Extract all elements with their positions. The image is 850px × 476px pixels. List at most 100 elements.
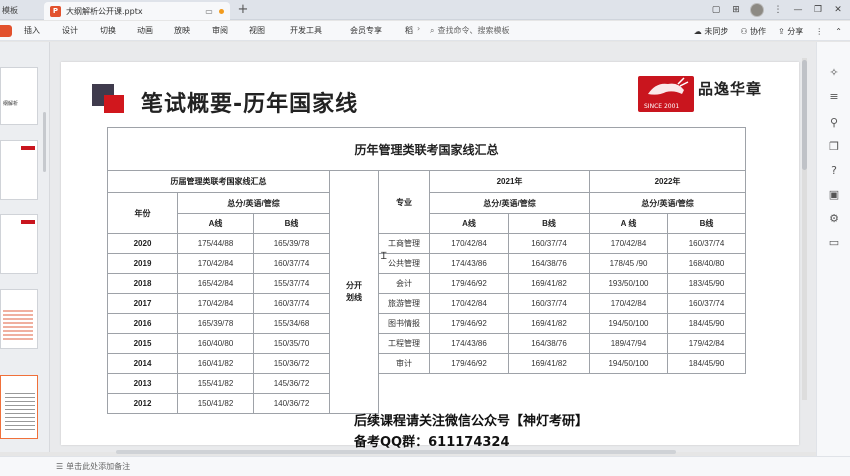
collab-button[interactable]: ⚇ 协作 (740, 26, 766, 37)
search-command-box[interactable]: ⌕ 查找命令、搜索模板 (430, 25, 509, 36)
table-header-row: 历届管理类联考国家线汇总 分开划线 专业 2021年 2022年 (107, 170, 747, 414)
a21-cell: 170/42/84 (429, 293, 509, 314)
b-line-cell: 140/36/72 (253, 393, 330, 414)
restore-icon[interactable]: ❐ (812, 5, 824, 15)
magic-icon[interactable]: ✧ (826, 64, 842, 80)
a21-cell: 174/43/86 (429, 253, 509, 274)
collab-label: 协作 (750, 26, 767, 36)
table-title: 历年管理类联考国家线汇总 (106, 127, 747, 171)
b21-cell: 169/41/82 (508, 273, 590, 294)
avatar[interactable] (750, 3, 764, 17)
total-header-2022: 总分/英语/管综 (588, 192, 747, 214)
year-cell: 2013 (107, 373, 178, 394)
b21-cell: 169/41/82 (508, 353, 590, 374)
scrollbar-thumb[interactable] (802, 60, 807, 170)
b-line-cell: 155/34/68 (253, 313, 330, 334)
menu-developer[interactable]: 开发工具 (290, 25, 322, 36)
copy-icon[interactable]: ❐ (826, 138, 842, 154)
sync-status[interactable]: ☁ 未同步 (694, 26, 729, 37)
right-toolbar: ✧ ≡ ⚲ ❐ ? ▣ ⚙ ▭ (816, 42, 850, 476)
year-cell: 2014 (107, 353, 178, 374)
title-bar: 模板 P 大纲解析公开课.pptx ▭ + ▢ ⊞ ⋮ — ❐ ✕ (0, 0, 850, 20)
thumbnail-scrollbar[interactable] (43, 112, 46, 172)
collapse-ribbon-icon[interactable]: ⌃ (835, 27, 842, 36)
major-cell: 图书情报 (378, 313, 430, 334)
share-button[interactable]: ⇪ 分享 (778, 26, 803, 37)
help-icon[interactable]: ? (826, 162, 842, 178)
more-icon[interactable]: ⋮ (772, 5, 784, 15)
major-cell: 旅游管理 (378, 293, 430, 314)
tab-template[interactable]: 模板 (0, 2, 40, 20)
a22-cell: 170/42/84 (589, 293, 668, 314)
tab-active-document[interactable]: P 大纲解析公开课.pptx ▭ (44, 2, 230, 20)
slide-thumbnail[interactable] (0, 289, 38, 349)
menu-transition[interactable]: 切换 (100, 25, 116, 36)
a-line-cell: 160/41/82 (177, 353, 254, 374)
b-line-cell: 165/39/78 (253, 233, 330, 254)
settings-icon[interactable]: ⚙ (826, 210, 842, 226)
file-menu-icon[interactable] (0, 25, 12, 37)
a21-cell: 179/46/92 (429, 273, 509, 294)
slide-vertical-scrollbar[interactable] (802, 58, 807, 400)
minimize-icon[interactable]: — (792, 5, 804, 15)
slide-thumbnail[interactable] (0, 140, 38, 200)
menu-view[interactable]: 视图 (249, 25, 265, 36)
major-cell: 会计 (378, 273, 430, 294)
logo-since: SINCE 2001 (644, 103, 680, 110)
b-line-cell: 145/36/72 (253, 373, 330, 394)
grid-icon[interactable]: ⊞ (730, 5, 742, 15)
year-header: 年份 (107, 192, 178, 234)
horizontal-scrollbar[interactable] (56, 449, 801, 455)
slide-thumbnail-selected[interactable] (0, 375, 38, 439)
image-icon[interactable]: ▣ (826, 186, 842, 202)
b21-cell: 160/37/74 (508, 233, 590, 254)
b21-cell: 169/41/82 (508, 313, 590, 334)
split-line-text: 分开划线 (346, 281, 362, 302)
menu-more[interactable]: 稻 (405, 25, 413, 36)
slide-thumbnail[interactable]: 纲解析 (0, 67, 38, 125)
chevron-right-icon[interactable]: › (417, 24, 420, 33)
folder-icon[interactable]: ▭ (826, 234, 842, 250)
b22-cell: 160/37/74 (666, 233, 747, 254)
menu-review[interactable]: 审阅 (212, 25, 228, 36)
cloud-icon: ☁ (693, 26, 705, 36)
pin-icon[interactable]: ⚲ (826, 114, 842, 130)
year-2022-header: 2022年 (588, 170, 747, 193)
menu-slideshow[interactable]: 放映 (174, 25, 190, 36)
a-line-cell: 165/42/84 (177, 273, 254, 294)
a22-cell: 189/47/94 (589, 333, 668, 354)
notes-icon: ☰ (56, 462, 64, 471)
adjust-icon[interactable]: ≡ (826, 88, 842, 104)
table-row: 2020 175/44/88 165/39/78 工商管理 170/42/84 … (107, 233, 747, 254)
a-line-cell: 170/42/84 (177, 293, 254, 314)
close-icon[interactable]: ✕ (832, 5, 844, 15)
b21-cell: 164/38/76 (508, 253, 590, 274)
a-line-cell: 150/41/82 (177, 393, 254, 414)
unsaved-dot-icon (219, 8, 224, 14)
horizontal-scrollbar-thumb[interactable] (116, 450, 676, 454)
sync-label: 未同步 (704, 26, 729, 36)
b21-cell: 164/38/76 (508, 333, 590, 354)
logo-emblem: SINCE 2001 (638, 76, 694, 112)
year-cell: 2016 (107, 313, 178, 334)
new-tab-button[interactable]: + (235, 1, 251, 19)
b22-cell: 184/45/90 (666, 353, 747, 374)
b-line-cell: 150/35/70 (253, 333, 330, 354)
menu-animation[interactable]: 动画 (137, 25, 153, 36)
text-cursor-icon: Ɪ (381, 251, 387, 262)
a-line-2022-header: A 线 (589, 213, 668, 234)
menu-member[interactable]: 会员专享 (350, 25, 382, 36)
monitor-icon[interactable]: ▭ (204, 6, 214, 16)
add-notes-area[interactable]: ☰ 单击此处添加备注 (56, 461, 130, 472)
more-options-icon[interactable]: ⋮ (815, 27, 823, 36)
search-command-label: 查找命令、搜索模板 (437, 26, 510, 35)
menu-design[interactable]: 设计 (62, 25, 78, 36)
logo-name: 品逸华章 (698, 80, 763, 98)
a-line-2021-header: A线 (429, 213, 509, 234)
brand-logo: SINCE 2001 品逸华章 (638, 74, 798, 116)
table-row: 2017 170/42/84 160/37/74 旅游管理 170/42/84 … (107, 293, 747, 314)
menu-insert[interactable]: 插入 (24, 25, 40, 36)
layout-icon[interactable]: ▢ (710, 5, 722, 15)
slide-thumbnail[interactable] (0, 214, 38, 274)
b22-cell: 168/40/80 (666, 253, 747, 274)
